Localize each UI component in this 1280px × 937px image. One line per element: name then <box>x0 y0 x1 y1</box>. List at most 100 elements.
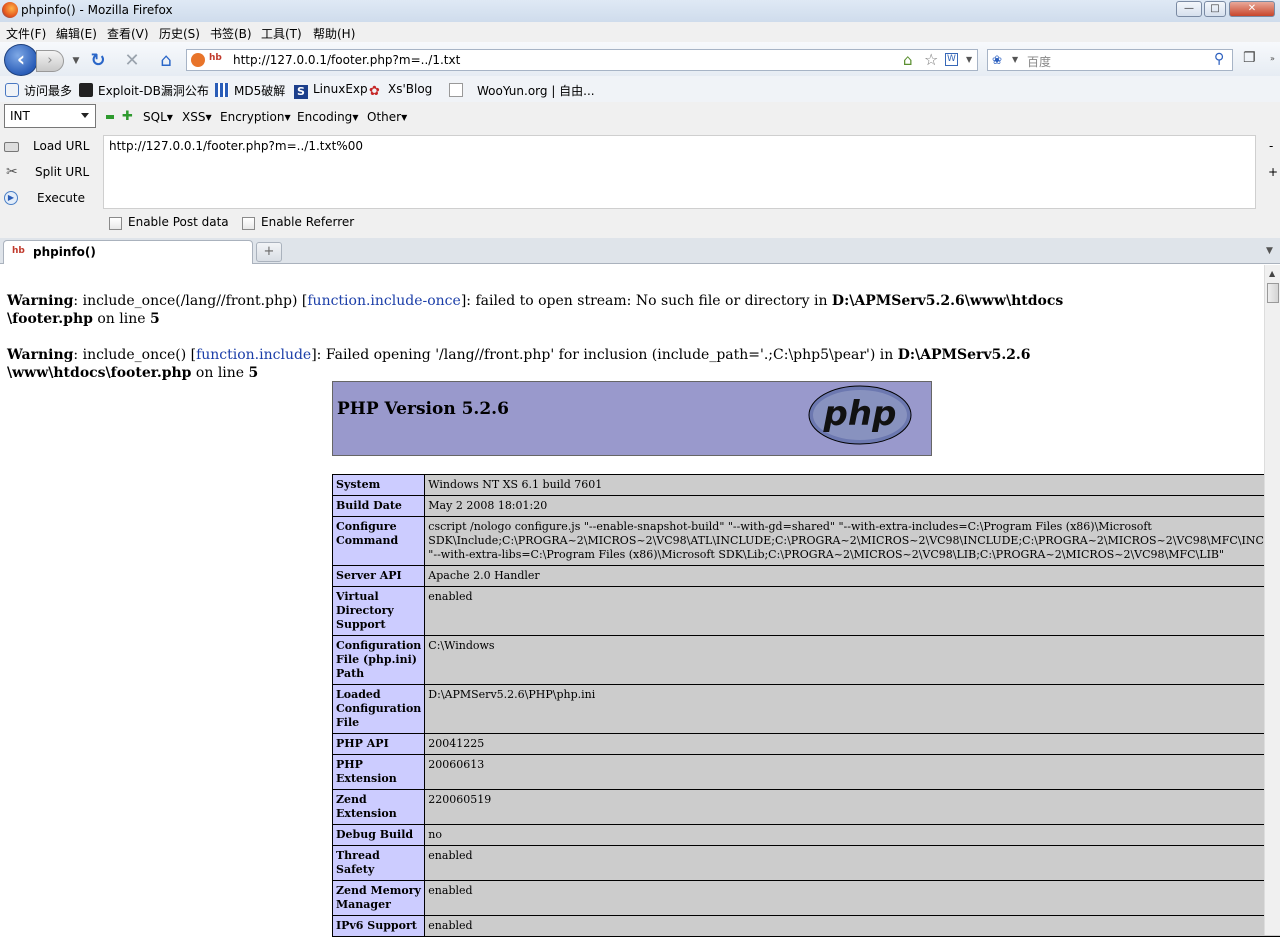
table-row: SystemWindows NT XS 6.1 build 7601 <box>333 475 1280 496</box>
row-value: 20060613 <box>425 755 1280 790</box>
svg-text:php: php <box>823 394 897 434</box>
row-key: Thread Safety <box>333 846 425 881</box>
int-select[interactable]: INT <box>4 104 96 128</box>
back-button[interactable]: ‹ <box>4 44 38 76</box>
enable-post-label: Enable Post data <box>128 215 229 229</box>
menu-edit[interactable]: 编辑(E) <box>56 25 97 42</box>
home-icon[interactable]: ⌂ <box>156 51 176 71</box>
table-row: Configuration File (php.ini) PathC:\Wind… <box>333 636 1280 685</box>
menu-file[interactable]: 文件(F) <box>6 25 46 42</box>
home-bookmark-icon[interactable]: ⌂ <box>903 51 913 69</box>
forward-button[interactable]: › <box>36 50 64 72</box>
row-value: 20041225 <box>425 734 1280 755</box>
tab-title: phpinfo() <box>33 245 96 259</box>
function-link[interactable]: function.include <box>196 347 311 363</box>
shrink-button[interactable]: - <box>1269 139 1273 153</box>
row-key: Zend Extension <box>333 790 425 825</box>
table-row: Configure Commandcscript /nologo configu… <box>333 517 1280 566</box>
load-url-icon <box>4 142 19 152</box>
search-bar[interactable]: ❀ ▼ 百度 ⚲ <box>987 49 1233 71</box>
row-value: enabled <box>425 587 1280 636</box>
tab-list-icon[interactable]: ▼ <box>1266 246 1273 256</box>
page-icon <box>449 83 463 97</box>
table-row: Zend Memory Managerenabled <box>333 881 1280 916</box>
table-row: IPv6 Supportenabled <box>333 916 1280 937</box>
table-row: Virtual Directory Supportenabled <box>333 587 1280 636</box>
bookmark-wooyun[interactable]: WooYun.org | 自由... <box>449 82 595 99</box>
star-icon[interactable]: ☆ <box>924 50 938 69</box>
row-value: Apache 2.0 Handler <box>425 566 1280 587</box>
tab-favicon-icon: hb <box>12 246 25 256</box>
scroll-up-icon[interactable]: ▲ <box>1269 269 1275 278</box>
table-row: Zend Extension220060519 <box>333 790 1280 825</box>
plus-icon[interactable]: ✚ <box>122 109 133 124</box>
hackbar-menu-xss[interactable]: XSS▼ <box>182 110 212 124</box>
row-key: PHP API <box>333 734 425 755</box>
reload-icon[interactable]: ↻ <box>88 51 108 71</box>
scissors-icon: ✂ <box>6 164 18 180</box>
engine-dropdown-icon[interactable]: ▼ <box>1012 55 1018 64</box>
menu-bookmarks[interactable]: 书签(B) <box>210 25 252 42</box>
table-row: Debug Buildno <box>333 825 1280 846</box>
vertical-scrollbar[interactable]: ▲ <box>1264 265 1280 935</box>
bookmark-xsblog[interactable]: ✿Xs'Blog <box>369 82 432 99</box>
stop-icon[interactable]: ✕ <box>122 51 142 71</box>
maximize-button[interactable]: □ <box>1204 1 1226 17</box>
warning-1: Warning: include_once(/lang//front.php) … <box>7 292 1063 328</box>
hackbar-menu-encoding[interactable]: Encoding▼ <box>297 110 358 124</box>
most-visited-icon <box>5 83 19 97</box>
addon-icon[interactable]: W <box>945 53 958 66</box>
row-key: Virtual Directory Support <box>333 587 425 636</box>
enable-referrer-label: Enable Referrer <box>261 215 354 229</box>
search-input[interactable]: 百度 <box>1027 53 1051 70</box>
baidu-icon[interactable]: ❀ <box>992 53 1002 67</box>
exploit-db-icon <box>79 83 93 97</box>
menu-tools[interactable]: 工具(T) <box>261 25 302 42</box>
php-logo: php <box>808 385 913 445</box>
new-tab-button[interactable]: + <box>256 242 282 262</box>
scrollbar-thumb[interactable] <box>1267 283 1279 303</box>
url-text: http://127.0.0.1/footer.php?m=../1.txt <box>233 53 460 67</box>
bookmark-linuxexp[interactable]: SLinuxExp <box>294 82 368 99</box>
tab-phpinfo[interactable]: hb phpinfo() <box>3 240 253 264</box>
chevron-down-icon <box>81 113 89 118</box>
url-bar[interactable]: hb http://127.0.0.1/footer.php?m=../1.tx… <box>186 49 978 71</box>
row-key: Server API <box>333 566 425 587</box>
search-icon[interactable]: ⚲ <box>1214 51 1224 67</box>
history-dropdown-icon[interactable]: ▼ <box>66 51 86 71</box>
hackbar-url-textarea[interactable]: http://127.0.0.1/footer.php?m=../1.txt%0… <box>103 135 1256 209</box>
minus-icon[interactable] <box>106 115 114 119</box>
menu-history[interactable]: 历史(S) <box>159 25 200 42</box>
close-window-button[interactable]: ✕ <box>1229 1 1275 17</box>
url-dropdown-icon[interactable]: ▼ <box>966 55 972 64</box>
row-key: Zend Memory Manager <box>333 881 425 916</box>
bookmark-md5[interactable]: MD5破解 <box>215 82 285 99</box>
row-value: Windows NT XS 6.1 build 7601 <box>425 475 1280 496</box>
hackbar-menu-encryption[interactable]: Encryption▼ <box>220 110 291 124</box>
menu-help[interactable]: 帮助(H) <box>313 25 355 42</box>
bookmarks-bar: 访问最多 Exploit-DB漏洞公布 MD5破解 SLinuxExp ✿Xs'… <box>0 76 1280 102</box>
row-value: D:\APMServ5.2.6\PHP\php.ini <box>425 685 1280 734</box>
page-menu-icon[interactable]: ❐ <box>1243 50 1256 66</box>
site-icon <box>191 53 205 67</box>
enable-post-checkbox[interactable] <box>109 217 122 230</box>
md5-icon <box>215 83 229 97</box>
menu-view[interactable]: 查看(V) <box>107 25 149 42</box>
hackbar-menu-other[interactable]: Other▼ <box>367 110 407 124</box>
row-value: no <box>425 825 1280 846</box>
row-value: enabled <box>425 846 1280 881</box>
table-row: Server APIApache 2.0 Handler <box>333 566 1280 587</box>
hackbar-menu-sql[interactable]: SQL▼ <box>143 110 173 124</box>
row-key: Loaded Configuration File <box>333 685 425 734</box>
function-link[interactable]: function.include-once <box>307 293 460 309</box>
php-version-title: PHP Version 5.2.6 <box>337 399 509 419</box>
table-row: Thread Safetyenabled <box>333 846 1280 881</box>
overflow-icon[interactable]: » <box>1270 54 1275 63</box>
bookmark-exploit-db[interactable]: Exploit-DB漏洞公布 <box>79 82 209 99</box>
minimize-button[interactable]: — <box>1176 1 1202 17</box>
enable-referrer-checkbox[interactable] <box>242 217 255 230</box>
bookmark-most-visited[interactable]: 访问最多 <box>5 82 72 99</box>
row-value: enabled <box>425 916 1280 937</box>
xsblog-icon: ✿ <box>369 85 383 99</box>
expand-button[interactable]: + <box>1268 165 1278 179</box>
